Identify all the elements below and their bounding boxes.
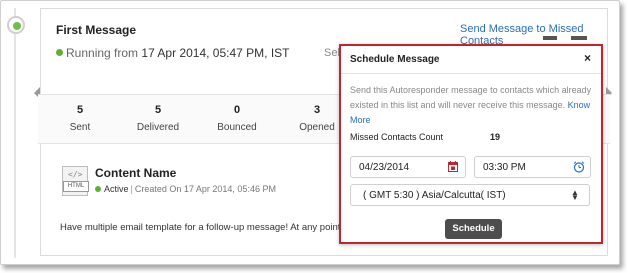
separator: | — [130, 184, 133, 194]
content-status-row: Active | Created On 17 Apr 2014, 05:46 PM — [95, 184, 276, 194]
stat-delivered[interactable]: 5 Delivered — [118, 104, 198, 133]
active-status-icon — [95, 186, 101, 192]
timeline-node — [7, 16, 25, 34]
running-status-icon — [56, 49, 63, 56]
stat-value: 5 — [76, 104, 84, 116]
close-icon[interactable]: × — [584, 51, 591, 65]
code-brackets-icon: </> — [68, 170, 83, 179]
html-file-icon: </> HTML — [62, 166, 89, 196]
timezone-select[interactable]: ( GMT 5:30 ) Asia/Calcutta( IST) ▲ ▼ — [350, 184, 590, 206]
created-date: Created On 17 Apr 2014, 05:46 PM — [134, 184, 276, 194]
dialog-title: Schedule Message — [350, 54, 440, 65]
time-value: 03:30 PM — [483, 162, 526, 173]
content-description: Have multiple email template for a follo… — [60, 222, 372, 233]
missed-contacts-count: 19 — [490, 132, 501, 142]
missed-contacts-label: Missed Contacts Count — [350, 132, 444, 142]
toolbar-button-b[interactable] — [571, 36, 587, 40]
calendar-icon[interactable] — [448, 161, 458, 172]
schedule-message-dialog: Schedule Message × Send this Autorespond… — [339, 44, 603, 244]
date-value: 04/23/2014 — [359, 162, 410, 173]
stat-label: Delivered — [136, 122, 180, 133]
date-input[interactable]: 04/23/2014 — [350, 156, 466, 178]
status-row: Running from 17 Apr 2014, 05:47 PM, IST — [56, 46, 289, 60]
timezone-value: ( GMT 5:30 ) Asia/Calcutta( IST) — [363, 190, 506, 201]
stat-bounced[interactable]: 0 Bounced — [197, 104, 277, 133]
alarm-clock-icon[interactable] — [573, 161, 585, 173]
description-text: Send this Autoresponder message to conta… — [350, 85, 592, 110]
stat-label: Sent — [69, 122, 91, 133]
status-prefix: Running from — [66, 46, 139, 60]
stat-sent[interactable]: 5 Sent — [40, 104, 120, 133]
leaf-icon — [13, 22, 21, 30]
toolbar-button-a[interactable] — [543, 36, 557, 40]
schedule-button[interactable]: Schedule — [445, 219, 502, 239]
stat-value: 5 — [154, 104, 162, 116]
time-input[interactable]: 03:30 PM — [474, 156, 591, 178]
timeline-line — [14, 8, 16, 258]
stat-label: Bounced — [217, 122, 257, 133]
status-date: 17 Apr 2014, 05:47 PM, IST — [141, 46, 290, 60]
message-title: First Message — [56, 23, 137, 37]
content-status: Active — [104, 184, 129, 194]
content-name[interactable]: Content Name — [95, 166, 176, 180]
stat-value: 0 — [233, 104, 241, 116]
updown-arrow-icon: ▲ ▼ — [571, 188, 579, 202]
dialog-header: Schedule Message × — [341, 46, 601, 74]
dialog-description: Send this Autoresponder message to conta… — [350, 83, 595, 128]
file-format-label: HTML — [63, 181, 89, 192]
hidden-select-text: Sel — [324, 47, 340, 59]
